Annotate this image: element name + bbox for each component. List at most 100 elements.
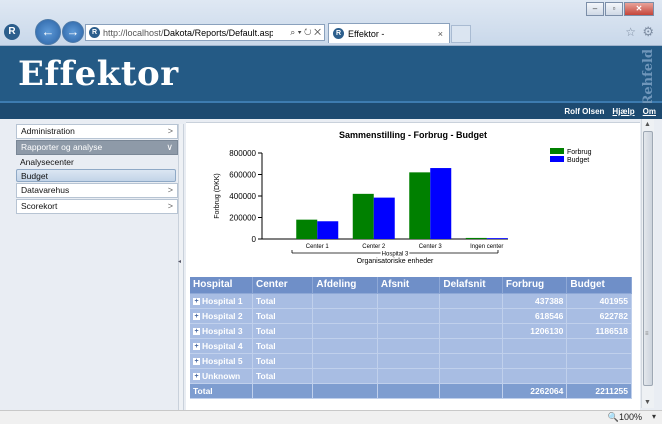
- sidebar-item-label: Administration: [21, 126, 75, 136]
- tab-close-icon[interactable]: ×: [438, 29, 443, 39]
- table-row: + Hospital 3 Total 1206130 1186518: [190, 323, 632, 339]
- collapse-arrow-icon[interactable]: ◂: [178, 258, 181, 265]
- forbrug-cell: 437388: [502, 293, 568, 309]
- status-bar: 🔍100% ▾: [0, 410, 662, 424]
- scroll-up-icon[interactable]: ▲: [644, 121, 651, 128]
- zoom-dropdown-icon[interactable]: ▾: [652, 412, 656, 421]
- expand-icon[interactable]: +: [193, 297, 200, 305]
- center-cell: Total: [252, 353, 314, 369]
- sidebar-item-administration[interactable]: Administration >: [16, 124, 178, 139]
- y-tick-label: 800000: [229, 149, 256, 158]
- delafsnit-cell: [439, 368, 503, 384]
- expand-icon[interactable]: +: [193, 342, 200, 350]
- legend-swatch-budget: [550, 156, 564, 162]
- sidebar-item-datavarehus[interactable]: Datavarehus >: [16, 183, 178, 198]
- favorites-star-icon[interactable]: ☆: [625, 25, 636, 39]
- bar-budget: [373, 197, 395, 239]
- address-tools-icon[interactable]: ⌕ ▾ ↻ ✕: [290, 27, 324, 38]
- new-tab-button[interactable]: [451, 25, 471, 43]
- delafsnit-cell: [439, 383, 503, 399]
- sidebar-item-rapporter-og-analyse[interactable]: Rapporter og analyse ∨: [16, 140, 178, 155]
- zoom-level[interactable]: 🔍100%: [608, 412, 642, 423]
- settings-gear-icon[interactable]: ⚙: [642, 24, 654, 40]
- expand-icon[interactable]: +: [193, 312, 200, 320]
- expand-icon[interactable]: +: [193, 327, 200, 335]
- center-cell: Total: [252, 368, 314, 384]
- help-link[interactable]: Hjælp: [612, 107, 634, 116]
- hospital-cell[interactable]: + Hospital 5: [190, 353, 253, 369]
- hospital-cell[interactable]: + Hospital 4: [190, 338, 253, 354]
- expand-icon[interactable]: +: [193, 357, 200, 365]
- sidebar-item-label: Rapporter og analyse: [21, 142, 103, 152]
- y-tick-label: 400000: [229, 192, 256, 201]
- center-cell: [252, 383, 314, 399]
- url-text: http://localhost/Dakota/Reports/Default.…: [103, 28, 273, 38]
- hospital-label: Hospital 3: [202, 325, 243, 336]
- budget-cell: 401955: [566, 293, 632, 309]
- delafsnit-cell: [439, 338, 503, 354]
- back-button[interactable]: ←: [35, 19, 61, 45]
- close-window-button[interactable]: ✕: [624, 2, 654, 16]
- bar-forbrug: [296, 219, 318, 239]
- forward-button[interactable]: →: [62, 21, 84, 43]
- hospital-cell[interactable]: + Hospital 2: [190, 308, 253, 324]
- chevron-down-icon: ∨: [166, 142, 173, 152]
- sidebar-splitter[interactable]: ◂: [178, 124, 184, 412]
- column-header[interactable]: Afsnit: [377, 277, 441, 294]
- report-table: Hospital Center Afdeling Afsnit Delafsnit For…: [190, 277, 632, 399]
- legend-label: Budget: [567, 157, 589, 164]
- column-header[interactable]: Budget: [566, 277, 632, 294]
- sidebar-item-scorekort[interactable]: Scorekort >: [16, 199, 178, 214]
- site-icon: R: [89, 27, 100, 38]
- minimize-button[interactable]: –: [586, 2, 604, 16]
- delafsnit-cell: [439, 308, 503, 324]
- budget-cell: [566, 353, 632, 369]
- sidebar-subitem-analysecenter[interactable]: Analysecenter: [16, 156, 178, 169]
- column-header[interactable]: Center: [252, 277, 314, 294]
- sidebar-item-label: Scorekort: [21, 201, 58, 211]
- expand-icon[interactable]: +: [193, 372, 200, 380]
- x-tick-label: Ingen center: [470, 244, 503, 250]
- afsnit-cell: [377, 383, 441, 399]
- afdeling-cell: [312, 383, 378, 399]
- chevron-right-icon: >: [167, 185, 173, 195]
- scrollbar-thumb[interactable]: [643, 131, 653, 386]
- about-link[interactable]: Om: [643, 107, 656, 116]
- report-content: Sammenstilling - Forbrug - Budget 800000 6…: [186, 122, 640, 412]
- hospital-cell[interactable]: + Hospital 3: [190, 323, 253, 339]
- forbrug-cell: [502, 368, 568, 384]
- x-tick-label: Center 3: [419, 244, 443, 250]
- browser-tab[interactable]: R Effektor - ×: [328, 23, 450, 43]
- center-cell: Total: [252, 308, 314, 324]
- afsnit-cell: [377, 323, 441, 339]
- column-header[interactable]: Delafsnit: [439, 277, 503, 294]
- scroll-down-icon[interactable]: ▼: [644, 399, 651, 406]
- scroll-grip-icon: ≡: [645, 331, 649, 337]
- window-controls: – ▫ ✕: [585, 2, 654, 16]
- hospital-cell[interactable]: + Unknown: [190, 368, 253, 384]
- column-header[interactable]: Hospital: [190, 277, 253, 294]
- address-bar[interactable]: R http://localhost/Dakota/Reports/Defaul…: [85, 24, 325, 41]
- total-forbrug: 2262064: [502, 383, 568, 399]
- afdeling-cell: [312, 353, 378, 369]
- table-total-row: Total 2262064 2211255: [190, 383, 632, 399]
- total-label: Total: [190, 383, 253, 399]
- bar-budget: [486, 238, 508, 239]
- delafsnit-cell: [439, 323, 503, 339]
- bar-budget: [317, 221, 339, 239]
- favicon-logo-icon: R: [4, 24, 20, 40]
- afsnit-cell: [377, 353, 441, 369]
- hospital-label: Hospital 5: [202, 355, 243, 366]
- column-header[interactable]: Afdeling: [312, 277, 378, 294]
- maximize-button[interactable]: ▫: [605, 2, 623, 16]
- vertical-scrollbar[interactable]: ▲ ≡ ▼: [641, 119, 654, 408]
- brand-logo: Rehfeld: [641, 49, 656, 106]
- center-cell: Total: [252, 323, 314, 339]
- sidebar-subitem-budget[interactable]: Budget: [16, 169, 176, 182]
- y-axis-label: Forbrug (DKK): [214, 173, 221, 219]
- hospital-label: Hospital 2: [202, 310, 243, 321]
- table-row: + Hospital 1 Total 437388 401955: [190, 293, 632, 309]
- column-header[interactable]: Forbrug: [502, 277, 568, 294]
- delafsnit-cell: [439, 293, 503, 309]
- hospital-cell[interactable]: + Hospital 1: [190, 293, 253, 309]
